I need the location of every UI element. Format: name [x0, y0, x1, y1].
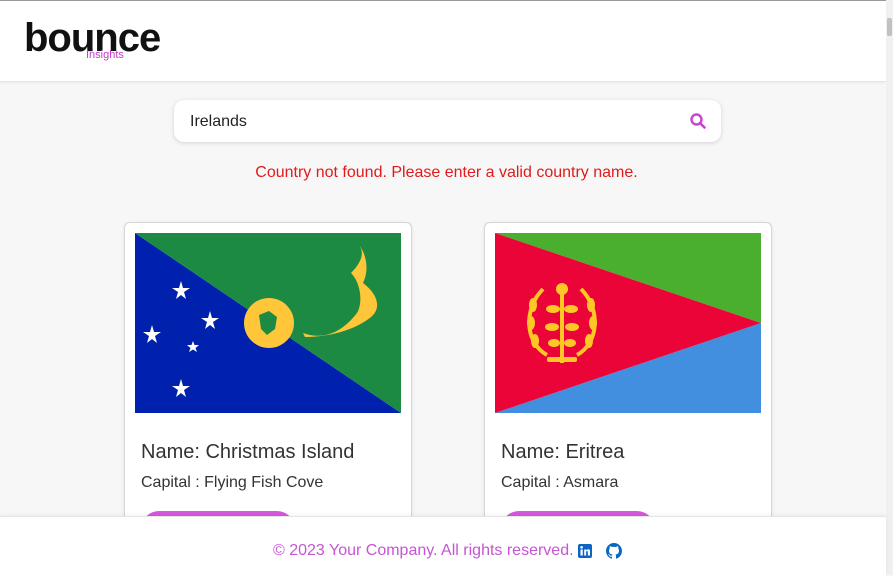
app-header: bounce Insights: [0, 1, 886, 82]
country-card[interactable]: Name: Christmas Island Capital : Flying …: [124, 222, 412, 544]
scrollbar-thumb[interactable]: [887, 18, 892, 36]
logo-subtitle: Insights: [86, 49, 124, 61]
copyright-text: © 2023 Your Company. All rights reserved…: [273, 542, 574, 559]
github-icon[interactable]: [606, 543, 622, 559]
search-bar: [174, 100, 721, 142]
search-icon[interactable]: [689, 112, 707, 130]
linkedin-icon[interactable]: [578, 544, 592, 558]
country-name: Name: Christmas Island: [141, 441, 355, 463]
country-card[interactable]: Name: Eritrea Capital : Asmara: [484, 222, 772, 544]
country-capital: Capital : Asmara: [501, 474, 619, 491]
country-search-input[interactable]: [188, 110, 672, 134]
app-footer: © 2023 Your Company. All rights reserved…: [0, 516, 886, 576]
christmas-island-flag: [135, 233, 401, 413]
eritrea-flag: [495, 233, 761, 413]
country-name: Name: Eritrea: [501, 441, 625, 463]
error-message: Country not found. Please enter a valid …: [255, 164, 638, 181]
vertical-scrollbar[interactable]: [886, 0, 893, 575]
bounce-logo[interactable]: bounce Insights: [24, 18, 161, 61]
country-capital: Capital : Flying Fish Cove: [141, 474, 324, 491]
